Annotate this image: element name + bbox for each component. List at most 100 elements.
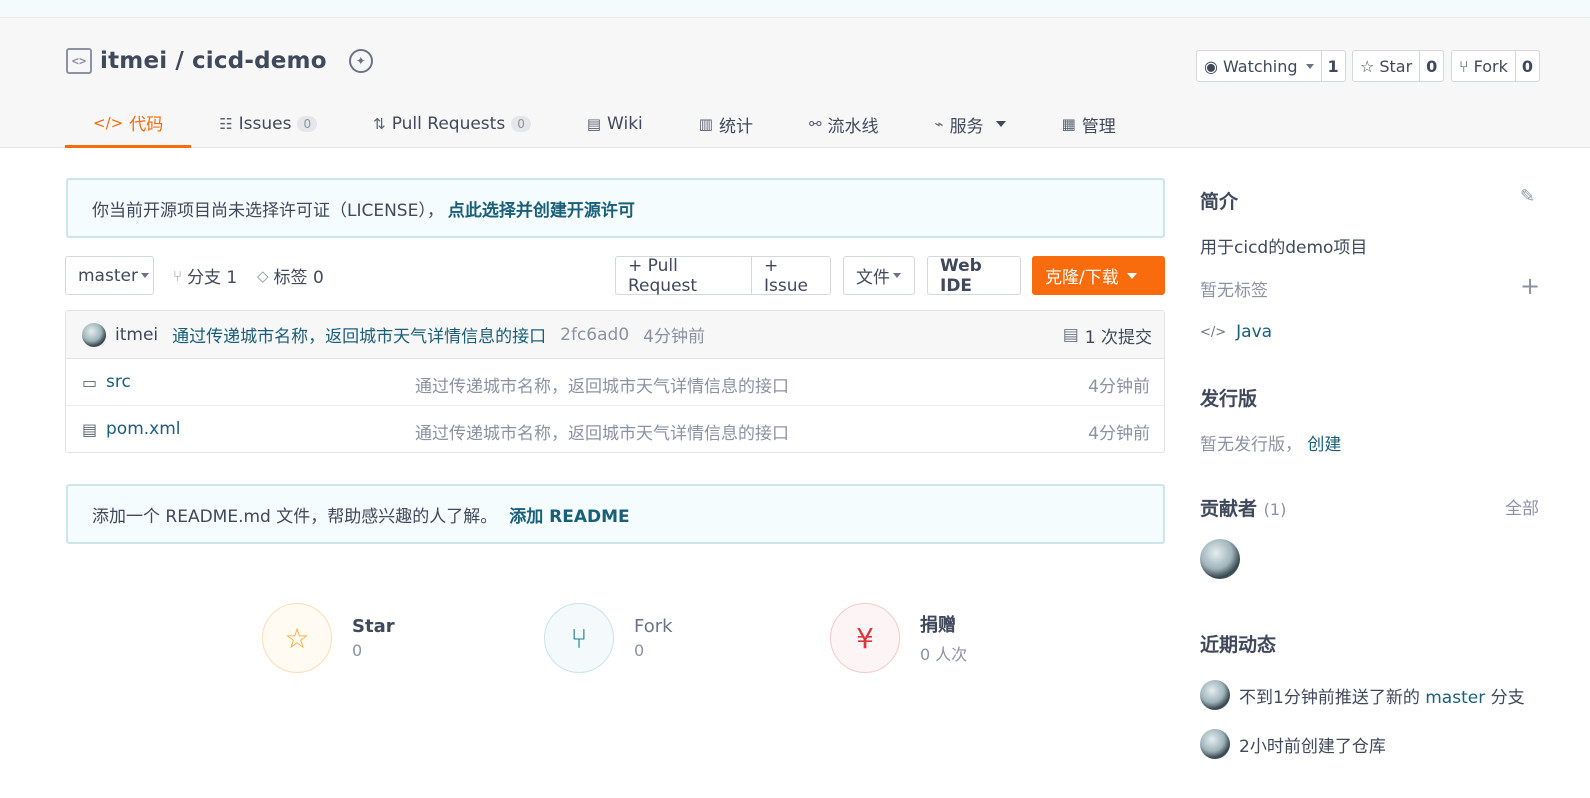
- branch-select-value: master: [78, 265, 138, 286]
- star-icon: ☆: [262, 603, 332, 673]
- tab-label: 流水线: [827, 116, 879, 137]
- commit-message[interactable]: 通过传递城市名称，返回城市天气详情信息的接口: [172, 322, 546, 347]
- tab-count-badge: 0: [511, 116, 531, 132]
- chevron-down-icon: [140, 273, 149, 278]
- file-commit-message[interactable]: 通过传递城市名称，返回城市天气详情信息的接口: [415, 372, 789, 397]
- avatar[interactable]: [1200, 729, 1230, 759]
- tab-services[interactable]: ⌁ 服务: [907, 100, 1034, 148]
- commit-author[interactable]: itmei: [115, 325, 158, 345]
- branch-icon: ⑂: [173, 266, 183, 285]
- repo-tabs: </> 代码 ☷ Issues 0 ⇅ Pull Requests 0 ▤ Wiki ▥ 统计…: [65, 100, 1144, 148]
- repo-separator: /: [175, 48, 184, 74]
- table-row[interactable]: ▭ src 通过传递城市名称，返回城市天气详情信息的接口 4分钟前: [66, 359, 1164, 406]
- stat-value: 0: [352, 641, 363, 660]
- pull-request-icon: ⇅: [373, 115, 386, 133]
- chevron-down-icon: [1305, 63, 1314, 69]
- file-list: itmei 通过传递城市名称，返回城市天气详情信息的接口 2fc6ad0 4分钟…: [65, 310, 1165, 453]
- fork-stat[interactable]: ⑂ Fork 0: [544, 603, 673, 673]
- fork-button-group[interactable]: ⑂ Fork 0: [1451, 50, 1541, 82]
- star-count[interactable]: 0: [1419, 51, 1443, 81]
- tab-wiki[interactable]: ▤ Wiki: [559, 100, 671, 148]
- language-label: Java: [1236, 322, 1273, 342]
- activity-suffix: 分支: [1490, 687, 1525, 708]
- tags-link[interactable]: ◇ 标签 0: [257, 256, 324, 295]
- language-link[interactable]: </> Java: [1200, 322, 1272, 342]
- watch-count[interactable]: 1: [1320, 51, 1345, 81]
- tab-pipeline[interactable]: ⚯ 流水线: [781, 100, 907, 148]
- file-name[interactable]: pom.xml: [106, 419, 181, 439]
- tab-label: Issues: [238, 114, 292, 134]
- add-readme-link[interactable]: 添加 README: [509, 502, 629, 527]
- avatar[interactable]: [82, 322, 106, 347]
- book-icon: ▤: [586, 115, 602, 133]
- commit-list-icon: ▤: [1062, 325, 1079, 345]
- tab-pull-requests[interactable]: ⇅ Pull Requests 0: [345, 100, 559, 148]
- create-release-link[interactable]: 创建: [1307, 435, 1341, 455]
- tab-code[interactable]: </> 代码: [65, 100, 192, 148]
- recommend-badge-icon[interactable]: ✦: [348, 49, 373, 73]
- intro-title: 简介: [1200, 191, 1239, 213]
- issues-icon: ☷: [219, 115, 233, 133]
- star-label: Star: [1379, 56, 1413, 76]
- top-strip: [0, 0, 1590, 18]
- release-text: 暂无发行版， 创建: [1200, 430, 1341, 455]
- file-commit-message[interactable]: 通过传递城市名称，返回城市天气详情信息的接口: [415, 419, 789, 444]
- tags-label: 标签 0: [273, 268, 324, 288]
- tab-manage[interactable]: ▦ 管理: [1034, 100, 1144, 148]
- commit-count-link[interactable]: ▤ 1 次提交: [1063, 311, 1152, 359]
- fork-count[interactable]: 0: [1514, 51, 1539, 81]
- code-icon: </>: [1200, 324, 1227, 340]
- watch-button[interactable]: ◉ Watching: [1197, 51, 1321, 81]
- stat-label: Star: [352, 616, 395, 637]
- stat-label: 捐赠: [920, 615, 956, 636]
- contributors-title: 贡献者 (1): [1200, 494, 1286, 521]
- file-icon: ▤: [82, 420, 98, 439]
- activity-branch-link[interactable]: master: [1425, 688, 1485, 708]
- tab-issues[interactable]: ☷ Issues 0: [191, 100, 345, 148]
- license-notice: 你当前开源项目尚未选择许可证（LICENSE）， 点此选择并创建开源许可: [66, 178, 1165, 238]
- watch-label: Watching: [1222, 56, 1298, 76]
- new-issue-button[interactable]: + Issue: [751, 256, 831, 296]
- activity-prefix: 不到1分钟前推送了新的: [1239, 687, 1420, 708]
- tab-stats[interactable]: ▥ 统计: [671, 100, 781, 148]
- table-row[interactable]: ▤ pom.xml 通过传递城市名称，返回城市天气详情信息的接口 4分钟前: [66, 406, 1164, 453]
- edit-icon[interactable]: ✎: [1520, 186, 1535, 207]
- clone-download-button[interactable]: 克隆/下载: [1032, 256, 1165, 295]
- commit-sha[interactable]: 2fc6ad0: [560, 325, 629, 345]
- fork-icon: ⑂: [544, 603, 614, 673]
- tag-icon: ◇: [257, 266, 269, 285]
- tab-label: 管理: [1081, 116, 1116, 137]
- tab-count-badge: 0: [297, 116, 318, 132]
- contributors-all-link[interactable]: 全部: [1505, 494, 1539, 519]
- file-name[interactable]: src: [106, 372, 131, 392]
- file-time: 4分钟前: [1088, 377, 1150, 397]
- tab-label: Pull Requests: [391, 114, 506, 134]
- web-ide-button[interactable]: Web IDE: [927, 256, 1021, 296]
- new-pull-request-button[interactable]: + Pull Request: [615, 256, 752, 296]
- stat-label: Fork: [634, 616, 673, 637]
- donate-stat[interactable]: ¥ 捐赠 0 人次: [830, 603, 967, 673]
- repo-name-link[interactable]: cicd-demo: [192, 48, 327, 74]
- clone-download-label: 克隆/下载: [1045, 268, 1119, 288]
- fork-icon: ⑂: [1459, 56, 1469, 76]
- branches-link[interactable]: ⑂ 分支 1: [173, 256, 237, 295]
- activity-text: 2小时前创建了仓库: [1239, 736, 1386, 757]
- commit-count-label: 1 次提交: [1084, 327, 1152, 348]
- tab-label: 服务: [949, 116, 984, 137]
- avatar[interactable]: [1200, 539, 1240, 579]
- star-button[interactable]: ☆ Star: [1353, 51, 1419, 81]
- contributors-count: (1): [1263, 500, 1287, 519]
- watch-button-group[interactable]: ◉ Watching 1: [1196, 50, 1346, 82]
- repo-owner-link[interactable]: itmei: [100, 48, 167, 74]
- activity-text: 不到1分钟前推送了新的 master 分支: [1239, 683, 1525, 708]
- folder-icon: ▭: [82, 373, 98, 392]
- add-tag-icon[interactable]: +: [1520, 272, 1540, 300]
- avatar[interactable]: [1200, 680, 1230, 710]
- branch-select[interactable]: master: [65, 256, 154, 295]
- create-license-link[interactable]: 点此选择并创建开源许可: [448, 196, 635, 221]
- file-menu-button[interactable]: 文件: [843, 256, 915, 295]
- fork-button[interactable]: ⑂ Fork: [1452, 51, 1515, 81]
- star-button-group[interactable]: ☆ Star 0: [1352, 50, 1445, 82]
- star-stat[interactable]: ☆ Star 0: [262, 603, 395, 673]
- branches-label: 分支 1: [187, 268, 238, 288]
